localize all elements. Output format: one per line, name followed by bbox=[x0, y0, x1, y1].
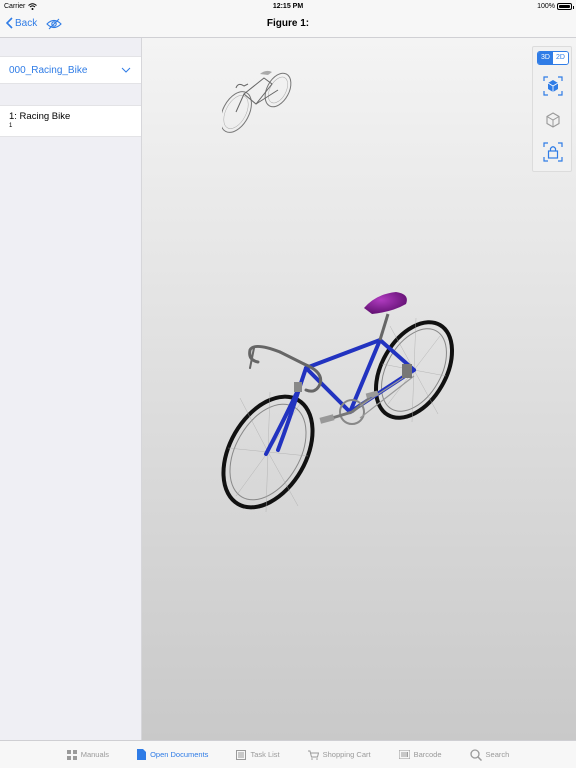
box-outline-icon[interactable] bbox=[542, 109, 564, 131]
list-item[interactable]: 1: Racing Bike 1 bbox=[0, 105, 141, 137]
list-item-title: 1: Racing Bike bbox=[9, 111, 71, 122]
battery-fill bbox=[559, 4, 570, 8]
tab-task-list[interactable]: Task List bbox=[236, 749, 280, 760]
status-bar: Carrier 12:15 PM 100% bbox=[0, 0, 576, 12]
grid-icon bbox=[66, 749, 77, 760]
battery-percent: 100% bbox=[537, 2, 555, 10]
tab-barcode[interactable]: Barcode bbox=[398, 750, 442, 759]
bike-model bbox=[221, 292, 454, 513]
tab-task-list-label: Task List bbox=[250, 750, 280, 759]
view-mode-toggle[interactable]: 3D 2D bbox=[537, 51, 569, 65]
tab-search-label: Search bbox=[485, 750, 510, 759]
mode-2d-button[interactable]: 2D bbox=[553, 52, 568, 64]
tab-shopping-cart[interactable]: Shopping Cart bbox=[307, 750, 371, 760]
handlebar bbox=[248, 345, 323, 393]
saddle bbox=[364, 292, 407, 314]
wifi-icon bbox=[28, 2, 38, 10]
view-tools-panel: 3D 2D bbox=[532, 46, 572, 172]
tab-shopping-cart-label: Shopping Cart bbox=[322, 750, 371, 759]
model-viewer[interactable]: 3D 2D bbox=[142, 38, 576, 740]
tab-search[interactable]: Search bbox=[469, 748, 510, 761]
mode-3d-button[interactable]: 3D bbox=[538, 52, 553, 64]
barcode-icon bbox=[398, 750, 410, 759]
page-title: Figure 1: bbox=[266, 18, 310, 29]
nav-bar: Back Figure 1: bbox=[0, 12, 576, 38]
front-wheel bbox=[221, 391, 315, 513]
app-root: Carrier 12:15 PM 100% Back Figure 1: 000… bbox=[0, 0, 576, 768]
3d-cube-icon[interactable] bbox=[542, 75, 564, 97]
tab-open-documents-label: Open Documents bbox=[150, 750, 209, 759]
search-icon bbox=[469, 748, 482, 761]
tab-bar: Manuals Open Documents Task List Shoppin… bbox=[0, 740, 576, 768]
document-select-label: 000_Racing_Bike bbox=[9, 64, 88, 76]
document-select[interactable]: 000_Racing_Bike bbox=[0, 56, 141, 84]
tab-barcode-label: Barcode bbox=[413, 750, 442, 759]
carrier-label: Carrier bbox=[4, 2, 26, 10]
tab-open-documents[interactable]: Open Documents bbox=[137, 749, 208, 760]
tab-manuals-label: Manuals bbox=[80, 750, 110, 759]
checklist-icon bbox=[236, 749, 247, 760]
lock-icon[interactable] bbox=[542, 141, 564, 163]
document-icon bbox=[137, 749, 147, 760]
tab-manuals[interactable]: Manuals bbox=[66, 749, 110, 760]
sidebar: 000_Racing_Bike 1: Racing Bike 1 bbox=[0, 38, 142, 740]
status-time: 12:15 PM bbox=[272, 2, 304, 10]
list-item-subtitle: 1 bbox=[9, 123, 13, 129]
battery-icon bbox=[557, 2, 574, 10]
cart-icon bbox=[307, 750, 319, 760]
bike-thumbnail bbox=[222, 70, 292, 133]
chevron-down-icon bbox=[121, 67, 131, 73]
